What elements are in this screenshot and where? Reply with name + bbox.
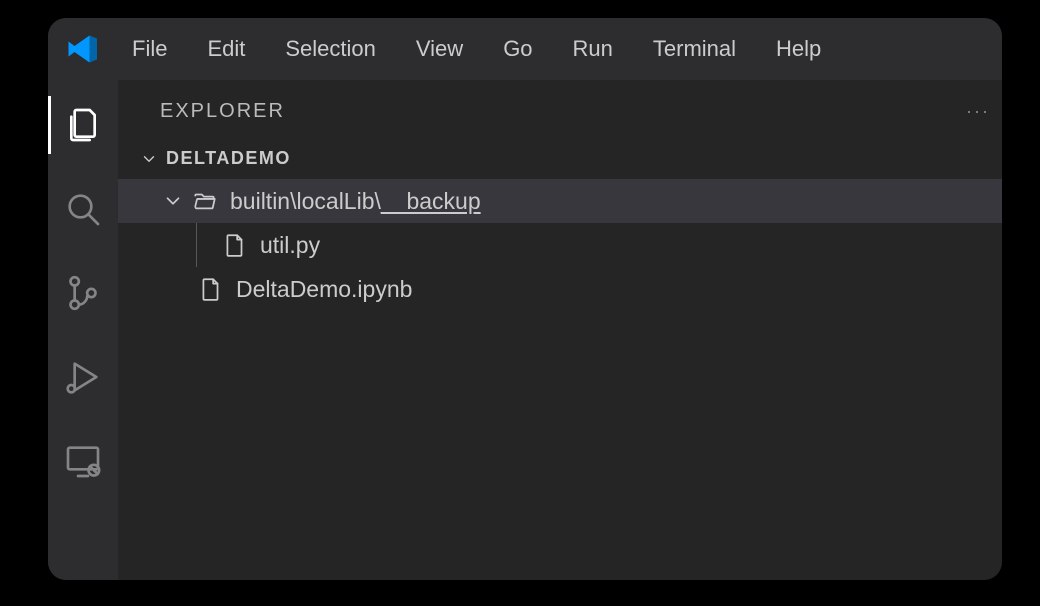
- file-tree: builtin\localLib\__backup util.py DeltaD…: [118, 175, 1002, 311]
- file-icon: [198, 276, 224, 302]
- activity-search[interactable]: [60, 186, 106, 232]
- workspace-root-label: DELTADEMO: [166, 148, 291, 169]
- folder-label: builtin\localLib\__backup: [230, 188, 481, 215]
- tree-file-util[interactable]: util.py: [118, 223, 1002, 267]
- activity-bar: [48, 80, 118, 580]
- title-bar: File Edit Selection View Go Run Terminal…: [48, 18, 1002, 80]
- file-icon: [222, 232, 248, 258]
- explorer-more-button[interactable]: ···: [966, 101, 990, 122]
- activity-remote[interactable]: [60, 438, 106, 484]
- explorer-header: EXPLORER ···: [118, 80, 1002, 142]
- menu-help[interactable]: Help: [758, 26, 839, 72]
- tree-folder-backup[interactable]: builtin\localLib\__backup: [118, 179, 1002, 223]
- remote-explorer-icon: [63, 441, 103, 481]
- tree-file-notebook[interactable]: DeltaDemo.ipynb: [118, 267, 1002, 311]
- explorer-sidebar: EXPLORER ··· DELTADEMO builtin\localLib\…: [118, 80, 1002, 580]
- chevron-down-icon: [162, 190, 184, 212]
- body-area: EXPLORER ··· DELTADEMO builtin\localLib\…: [48, 80, 1002, 580]
- run-debug-icon: [63, 357, 103, 397]
- activity-run-debug[interactable]: [60, 354, 106, 400]
- workspace-root-header[interactable]: DELTADEMO: [118, 142, 1002, 175]
- menu-file[interactable]: File: [114, 26, 185, 72]
- search-icon: [63, 189, 103, 229]
- vscode-window: File Edit Selection View Go Run Terminal…: [48, 18, 1002, 580]
- activity-source-control[interactable]: [60, 270, 106, 316]
- file-label: DeltaDemo.ipynb: [236, 276, 412, 303]
- menu-terminal[interactable]: Terminal: [635, 26, 754, 72]
- menu-edit[interactable]: Edit: [189, 26, 263, 72]
- activity-explorer[interactable]: [60, 102, 106, 148]
- menu-view[interactable]: View: [398, 26, 481, 72]
- source-control-icon: [63, 273, 103, 313]
- file-label: util.py: [260, 232, 320, 259]
- menu-selection[interactable]: Selection: [267, 26, 394, 72]
- vscode-logo-icon: [64, 31, 100, 67]
- chevron-down-icon: [140, 150, 158, 168]
- folder-open-icon: [192, 188, 218, 214]
- menu-go[interactable]: Go: [485, 26, 550, 72]
- explorer-title: EXPLORER: [160, 100, 285, 123]
- tree-children: util.py: [118, 223, 1002, 267]
- menu-run[interactable]: Run: [555, 26, 631, 72]
- files-icon: [63, 105, 103, 145]
